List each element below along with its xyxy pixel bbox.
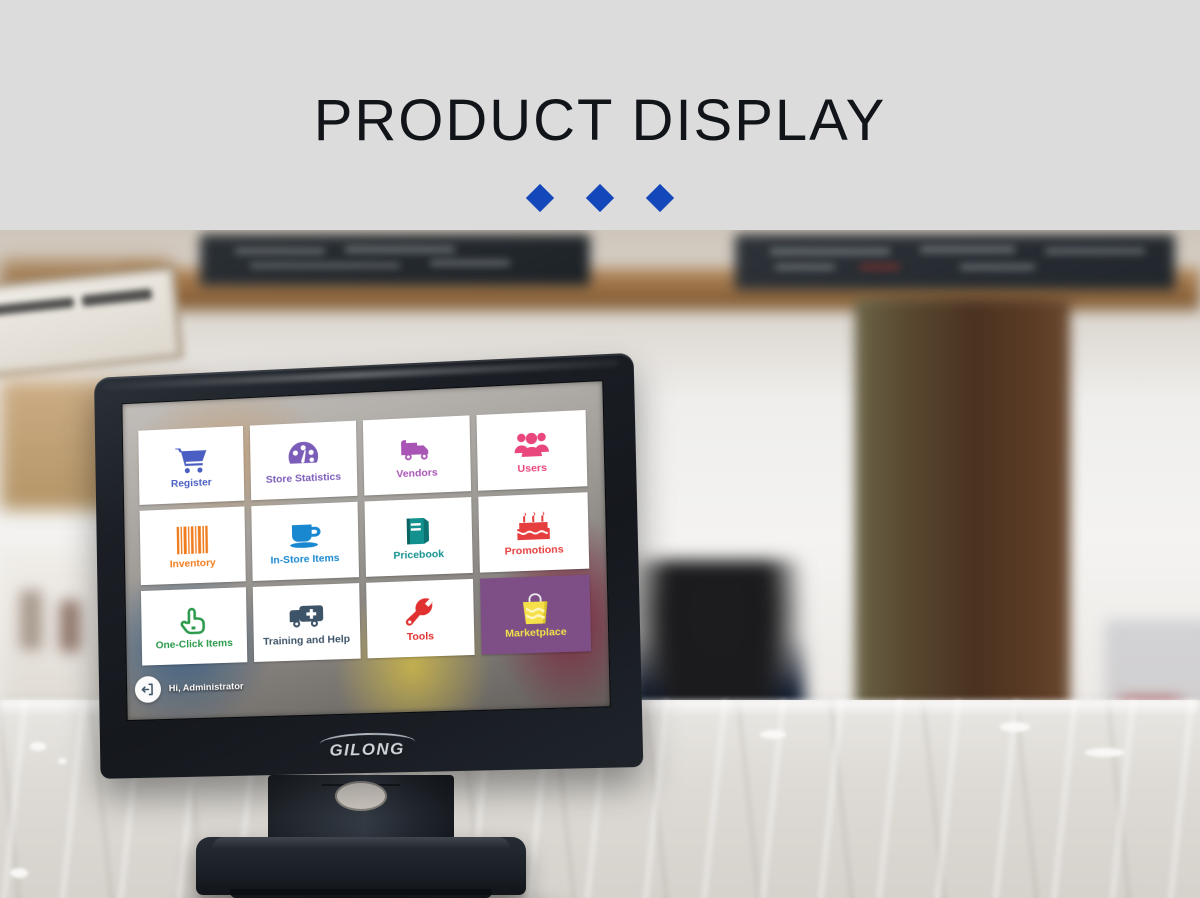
banner-header: PRODUCT DISPLAY xyxy=(0,0,1200,230)
app-tile-inventory[interactable]: Inventory xyxy=(139,506,246,586)
pos-terminal: GILONG Register Store Statistics Vendors… xyxy=(94,352,644,779)
brand-swoosh-icon xyxy=(319,731,415,747)
app-tile-register[interactable]: Register xyxy=(138,425,245,505)
background-chalk-text xyxy=(960,264,1035,270)
app-tile-label: Inventory xyxy=(169,556,216,571)
background-chalk-text xyxy=(860,263,900,271)
background-chalk-text xyxy=(770,248,890,255)
barcode-icon xyxy=(176,522,208,559)
app-tile-marketplace[interactable]: Marketplace xyxy=(480,574,592,655)
app-tile-pricebook[interactable]: Pricebook xyxy=(363,497,474,577)
stand-base-highlight xyxy=(212,837,510,849)
stand-foot xyxy=(230,889,492,898)
background-door xyxy=(855,298,1070,730)
app-tile-label: Vendors xyxy=(396,466,438,481)
background-bottle xyxy=(60,600,80,652)
background-chalk-text xyxy=(235,248,325,254)
diamond-divider xyxy=(0,183,1200,213)
delivery-truck-icon xyxy=(399,431,434,468)
diamond-1-icon xyxy=(525,183,555,213)
background-chalk-text xyxy=(430,260,510,266)
app-tile-users[interactable]: Users xyxy=(476,409,588,491)
app-tile-label: Register xyxy=(170,476,212,490)
app-tile-training-and-help[interactable]: Training and Help xyxy=(252,583,361,662)
page-title: PRODUCT DISPLAY xyxy=(313,88,887,153)
background-chalk-text xyxy=(775,264,835,270)
wrench-icon xyxy=(405,594,436,631)
brand-logo: GILONG xyxy=(100,731,643,766)
app-tile-store-statistics[interactable]: Store Statistics xyxy=(249,420,357,501)
app-tile-label: One-Click Items xyxy=(155,636,233,652)
background-chalkboard-right xyxy=(735,234,1175,290)
app-tile-label: Tools xyxy=(406,629,435,643)
monitor-stand xyxy=(196,775,526,898)
app-tile-label: Pricebook xyxy=(393,547,445,562)
shopping-bag-icon xyxy=(520,590,551,627)
app-tile-vendors[interactable]: Vendors xyxy=(362,415,472,496)
gauge-icon xyxy=(287,436,319,473)
app-tile-label: Training and Help xyxy=(263,632,351,648)
app-tile-label: Store Statistics xyxy=(265,470,342,486)
user-greeting: Hi, Administrator xyxy=(168,680,244,694)
stand-cable-hole xyxy=(335,781,387,811)
users-group-icon xyxy=(514,425,550,463)
app-tile-tools[interactable]: Tools xyxy=(365,578,475,659)
background-chalk-text xyxy=(920,246,1015,253)
pos-app-grid: Register Store Statistics Vendors Users … xyxy=(138,409,592,666)
pos-screen: Register Store Statistics Vendors Users … xyxy=(122,381,610,721)
product-photo-scene: GILONG Register Store Statistics Vendors… xyxy=(0,230,1200,898)
diamond-3-icon xyxy=(645,183,675,213)
coffee-cup-icon xyxy=(287,517,321,554)
background-bottle xyxy=(20,590,42,650)
background-chalk-text xyxy=(250,263,400,268)
stand-base xyxy=(196,837,526,895)
app-tile-in-store-items[interactable]: In-Store Items xyxy=(251,501,359,582)
shopping-cart-icon xyxy=(174,441,208,478)
app-tile-label: In-Store Items xyxy=(270,551,340,567)
birthday-cake-icon xyxy=(516,508,551,545)
diamond-2-icon xyxy=(585,183,615,213)
app-tile-label: Users xyxy=(517,461,548,475)
background-chalkboard-left xyxy=(200,234,590,286)
app-tile-one-click-items[interactable]: One-Click Items xyxy=(140,587,248,666)
logout-arrow-icon[interactable] xyxy=(134,675,162,703)
background-chalk-text xyxy=(1045,248,1145,254)
app-tile-promotions[interactable]: Promotions xyxy=(478,492,590,573)
app-tile-label: Promotions xyxy=(504,543,564,558)
book-icon xyxy=(403,512,434,549)
background-chalk-text xyxy=(345,246,455,253)
product-display-banner: PRODUCT DISPLAY GILONG Register Store St… xyxy=(0,0,1200,898)
ambulance-icon xyxy=(289,598,323,635)
pointing-hand-icon xyxy=(179,602,209,638)
app-tile-label: Marketplace xyxy=(505,625,567,640)
